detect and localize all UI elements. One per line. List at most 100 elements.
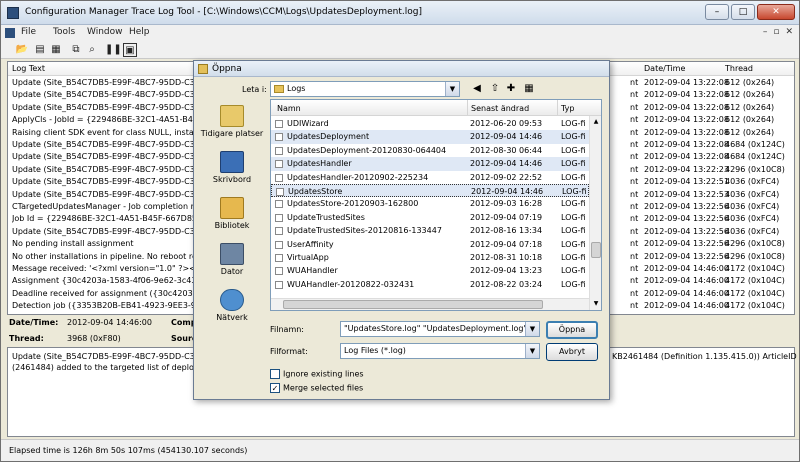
log-time-cell: 2012-09-04 14:46:00 bbox=[644, 264, 729, 273]
menu-help[interactable]: Help bbox=[129, 27, 150, 37]
thread-label: Thread: bbox=[9, 334, 44, 343]
log-thread-cell: 4036 (0xFC4) bbox=[725, 189, 780, 199]
log-time-cell: 2012-09-04 13:22:56 bbox=[644, 202, 729, 211]
file-name: UpdatesStore bbox=[288, 187, 343, 196]
merge-label: Merge selected files bbox=[283, 383, 364, 393]
file-row[interactable]: UpdatesStore 2012-09-04 14:46 LOG-fi bbox=[271, 184, 589, 198]
menu-file[interactable]: File bbox=[21, 27, 36, 37]
file-date: 2012-09-03 16:28 bbox=[470, 199, 543, 209]
file-type: LOG-fi bbox=[561, 159, 586, 169]
file-row[interactable]: WUAHandler-20120822-032431 2012-08-22 03:… bbox=[271, 278, 589, 291]
close-button[interactable]: ✕ bbox=[757, 4, 795, 20]
maximize-button[interactable]: □ bbox=[731, 4, 755, 20]
filename-dropdown-icon[interactable]: ▼ bbox=[525, 322, 539, 336]
menu-window[interactable]: Window bbox=[87, 27, 123, 37]
pause-icon[interactable]: ❚❚ bbox=[105, 43, 122, 57]
scroll-up-icon[interactable]: ▲ bbox=[590, 116, 601, 128]
column-modified[interactable]: Senast ändrad bbox=[471, 104, 529, 113]
log-time-cell: 2012-09-04 13:22:08 bbox=[644, 78, 729, 87]
column-type[interactable]: Typ bbox=[561, 104, 574, 113]
lookin-value: Logs bbox=[287, 84, 306, 93]
file-row[interactable]: VirtualApp 2012-08-31 10:18 LOG-fi bbox=[271, 251, 589, 264]
file-row[interactable]: UDIWizard 2012-06-20 09:53 LOG-fi bbox=[271, 117, 589, 130]
document-icon[interactable] bbox=[5, 28, 15, 38]
column-thread[interactable]: Thread bbox=[725, 64, 753, 73]
file-list[interactable]: Namn Senast ändrad Typ UDIWizard 2012-06-… bbox=[270, 99, 602, 311]
print-icon[interactable]: ▤ bbox=[33, 43, 47, 57]
scroll-thumb[interactable] bbox=[591, 242, 601, 258]
log-comp-cell: nt bbox=[630, 177, 639, 187]
log-comp-cell: nt bbox=[630, 102, 639, 112]
filename-input[interactable]: "UpdatesStore.log" "UpdatesDeployment.lo… bbox=[340, 321, 540, 337]
open-folder-icon[interactable]: 📂 bbox=[15, 43, 29, 57]
file-row[interactable]: WUAHandler 2012-09-04 13:23 LOG-fi bbox=[271, 264, 589, 277]
file-row[interactable]: UpdateTrustedSites-20120816-133447 2012-0… bbox=[271, 224, 589, 237]
file-name: WUAHandler bbox=[287, 266, 338, 276]
file-name: UpdatesDeployment bbox=[287, 132, 370, 142]
mdi-close-icon[interactable]: ✕ bbox=[785, 27, 793, 37]
desktop-icon bbox=[220, 151, 244, 173]
open-button[interactable]: Öppna bbox=[546, 321, 598, 339]
ignore-checkbox-box[interactable] bbox=[270, 369, 280, 379]
place-computer[interactable]: Dator bbox=[198, 243, 266, 276]
column-log-text[interactable]: Log Text bbox=[12, 64, 45, 73]
merge-checkbox-box[interactable]: ✓ bbox=[270, 383, 280, 393]
back-icon[interactable]: ◀ bbox=[470, 82, 484, 96]
place-recent[interactable]: Tidigare platser bbox=[198, 105, 266, 138]
file-name: UpdateTrustedSites-20120816-133447 bbox=[287, 226, 442, 236]
mdi-minimize-icon[interactable]: – bbox=[763, 27, 768, 37]
log-thread-cell: 612 (0x264) bbox=[725, 127, 775, 137]
log-text-cell: Update (Site_B54C7DB5-E99F-4BC7-95DD-C38… bbox=[12, 152, 198, 162]
log-text-cell: ApplyCls - JobId = {229486BE-32C1-4A51-B… bbox=[12, 115, 198, 125]
file-list-hscroll[interactable] bbox=[271, 298, 589, 310]
merge-selected-checkbox[interactable]: ✓ Merge selected files bbox=[270, 383, 363, 393]
view-menu-icon[interactable]: ▦ bbox=[522, 82, 536, 96]
place-network[interactable]: Nätverk bbox=[198, 289, 266, 322]
log-text-cell: Update (Site_B54C7DB5-E99F-4BC7-95DD-C38… bbox=[12, 177, 198, 187]
dialog-folder-icon bbox=[198, 64, 208, 74]
file-date: 2012-09-04 07:18 bbox=[470, 239, 543, 249]
new-folder-icon[interactable]: ✚ bbox=[504, 82, 518, 96]
filetype-dropdown-icon[interactable]: ▼ bbox=[525, 344, 539, 358]
place-desktop[interactable]: Skrivbord bbox=[198, 151, 266, 184]
lookin-combo[interactable]: Logs ▼ bbox=[270, 81, 460, 97]
filename-value: "UpdatesStore.log" "UpdatesDeployment.lo… bbox=[344, 324, 540, 333]
log-time-cell: 2012-09-04 13:22:08 bbox=[644, 115, 729, 125]
log-thread-cell: 4172 (0x104C) bbox=[725, 301, 785, 311]
log-text-cell: Update (Site_B54C7DB5-E99F-4BC7-95DD-C38… bbox=[12, 189, 198, 199]
file-row[interactable]: UpdatesDeployment 2012-09-04 14:46 LOG-fi bbox=[271, 130, 589, 144]
filetype-select[interactable]: Log Files (*.log) ▼ bbox=[340, 343, 540, 359]
column-name[interactable]: Namn bbox=[277, 104, 301, 113]
log-thread-cell: 4296 (0x10C8) bbox=[725, 239, 785, 249]
mdi-restore-icon[interactable]: ▫ bbox=[773, 27, 779, 37]
status-bar: Elapsed time is 126h 8m 50s 107ms (45413… bbox=[1, 439, 799, 461]
scroll-down-icon[interactable]: ▼ bbox=[590, 298, 601, 310]
minimize-button[interactable]: – bbox=[705, 4, 729, 20]
file-name: UpdatesHandler bbox=[287, 159, 352, 169]
print-preview-icon[interactable]: ▦ bbox=[49, 43, 63, 57]
copy-icon[interactable]: ⧉ bbox=[69, 43, 83, 57]
ignore-existing-checkbox[interactable]: Ignore existing lines bbox=[270, 369, 364, 379]
file-row[interactable]: UpdatesDeployment-20120830-064404 2012-08… bbox=[271, 144, 589, 157]
file-row[interactable]: UserAffinity 2012-09-04 07:18 LOG-fi bbox=[271, 238, 589, 251]
chevron-down-icon[interactable]: ▼ bbox=[445, 82, 459, 96]
ignore-label: Ignore existing lines bbox=[283, 369, 364, 379]
column-date-time[interactable]: Date/Time bbox=[644, 64, 685, 73]
file-row[interactable]: UpdatesHandler-20120902-225234 2012-09-02… bbox=[271, 171, 589, 184]
log-file-icon bbox=[275, 120, 283, 128]
file-row[interactable]: UpdateTrustedSites 2012-09-04 07:19 LOG-fi bbox=[271, 211, 589, 224]
file-name: UserAffinity bbox=[287, 239, 334, 249]
up-folder-icon[interactable]: ⇧ bbox=[488, 82, 502, 96]
file-row[interactable]: UpdatesHandler 2012-09-04 14:46 LOG-fi bbox=[271, 157, 589, 171]
find-icon[interactable]: ⌕ bbox=[85, 43, 99, 57]
menu-tools[interactable]: Tools bbox=[53, 27, 75, 37]
log-time-cell: 2012-09-04 13:22:56 bbox=[644, 214, 729, 224]
place-libraries-label: Bibliotek bbox=[214, 221, 250, 230]
place-libraries[interactable]: Bibliotek bbox=[198, 197, 266, 230]
file-row[interactable]: UpdatesStore-20120903-162800 2012-09-03 1… bbox=[271, 197, 589, 210]
log-time-cell: 2012-09-04 13:22:08 bbox=[644, 152, 729, 162]
cancel-button[interactable]: Avbryt bbox=[546, 343, 598, 361]
file-list-vscroll[interactable]: ▲ ▼ bbox=[589, 116, 601, 310]
highlight-icon[interactable]: ▣ bbox=[123, 43, 137, 57]
hscroll-thumb[interactable] bbox=[283, 300, 543, 309]
